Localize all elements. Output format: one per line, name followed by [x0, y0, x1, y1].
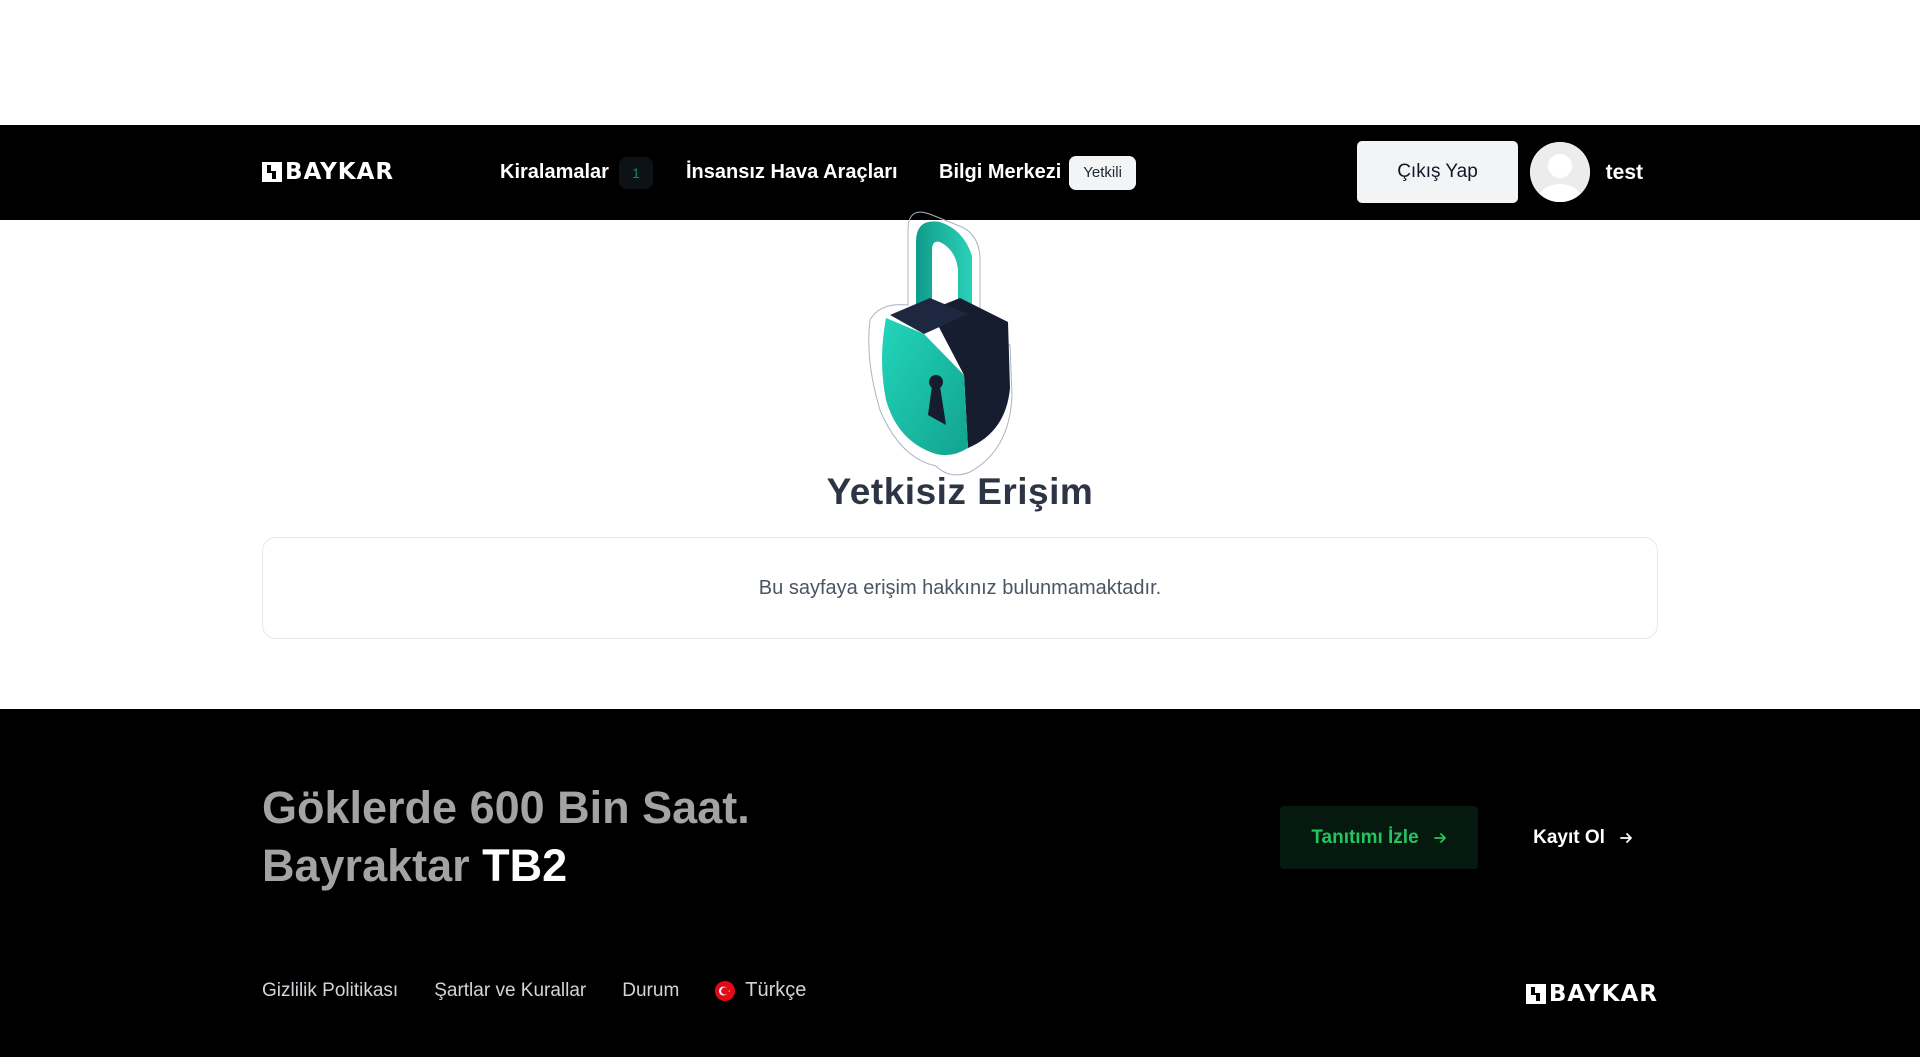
watch-intro-button[interactable]: Tanıtımı İzle: [1280, 806, 1478, 869]
padlock-icon: [860, 210, 1060, 480]
turkey-flag-icon: [715, 980, 736, 1001]
tagline-prefix: Bayraktar: [262, 840, 470, 891]
baykar-logo-icon: [262, 162, 282, 182]
baykar-logo[interactable]: BAYKAR: [262, 159, 394, 185]
footer-logo-text: BAYKAR: [1548, 981, 1658, 1007]
footer-baykar-logo[interactable]: BAYKAR: [1525, 981, 1658, 1007]
tagline-line1: Göklerde 600 Bin Saat.: [262, 782, 750, 833]
nav-rentals[interactable]: Kiralamalar 1: [500, 125, 653, 220]
rentals-count-badge: 1: [618, 156, 653, 189]
signup-button[interactable]: Kayıt Ol: [1508, 806, 1658, 869]
language-label: Türkçe: [745, 979, 807, 1001]
nav-info-center[interactable]: Bilgi Merkezi Yetkili: [939, 125, 1136, 220]
language-selector[interactable]: Türkçe: [715, 979, 806, 1002]
footer-inner: Göklerde 600 Bin Saat. Bayraktar TB2 Tan…: [262, 709, 1658, 1057]
status-link[interactable]: Durum: [622, 980, 679, 1002]
username[interactable]: test: [1606, 125, 1643, 220]
nav-rentals-label: Kiralamalar: [500, 161, 609, 183]
access-message: Bu sayfaya erişim hakkınız bulunmamaktad…: [758, 576, 1162, 599]
navbar-inner: BAYKAR Kiralamalar 1 İnsansız Hava Araçl…: [262, 125, 1658, 220]
authorized-badge: Yetkili: [1069, 155, 1136, 190]
footer: Göklerde 600 Bin Saat. Bayraktar TB2 Tan…: [0, 709, 1920, 1057]
tagline-highlight: TB2: [482, 840, 568, 891]
arrow-right-icon: [1620, 832, 1632, 843]
nav-uav-label: İnsansız Hava Araçları: [686, 161, 898, 183]
footer-links: Gizlilik Politikası Şartlar ve Kurallar …: [262, 979, 806, 1002]
top-spacer: [0, 0, 1920, 125]
navbar: BAYKAR Kiralamalar 1 İnsansız Hava Araçl…: [0, 125, 1920, 220]
logout-button[interactable]: Çıkış Yap: [1357, 141, 1518, 203]
signup-label: Kayıt Ol: [1533, 826, 1605, 848]
arrow-right-icon: [1433, 832, 1446, 843]
baykar-logo-icon: [1525, 984, 1546, 1004]
terms-link[interactable]: Şartlar ve Kurallar: [434, 980, 586, 1002]
user-avatar-icon: [1530, 142, 1590, 202]
logo-text: BAYKAR: [285, 159, 395, 185]
access-message-card: Bu sayfaya erişim hakkınız bulunmamaktad…: [262, 537, 1658, 639]
tagline-line2: Bayraktar TB2: [262, 840, 567, 892]
page-title: Yetkisiz Erişim: [826, 471, 1094, 512]
nav-info-center-label: Bilgi Merkezi: [939, 161, 1062, 183]
privacy-link[interactable]: Gizlilik Politikası: [262, 980, 398, 1002]
watch-intro-label: Tanıtımı İzle: [1311, 826, 1419, 848]
nav-uav[interactable]: İnsansız Hava Araçları: [686, 125, 898, 220]
avatar[interactable]: [1530, 142, 1590, 202]
